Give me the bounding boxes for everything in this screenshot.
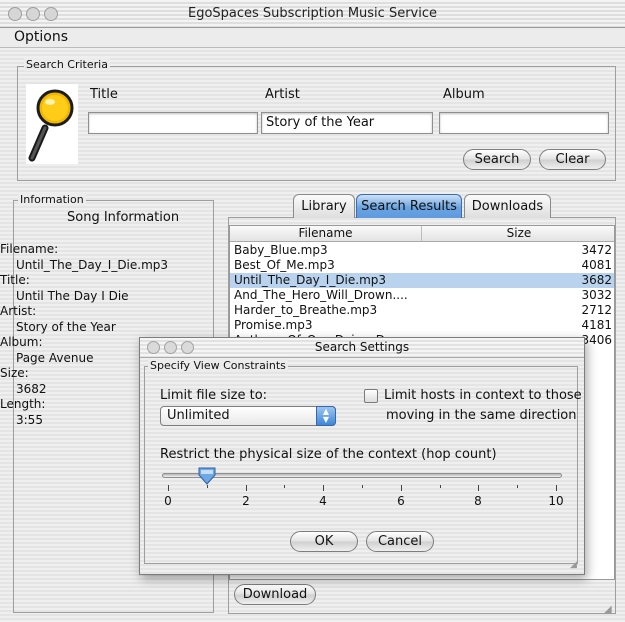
row-filename: And_The_Hero_Will_Drown.... [234, 288, 408, 302]
row-size: 2712 [581, 303, 612, 317]
title-field[interactable] [88, 112, 258, 134]
filename-label: Filename: [0, 242, 59, 256]
menu-options[interactable]: Options [14, 29, 68, 45]
artist-field[interactable]: Story of the Year [261, 112, 433, 134]
download-button[interactable]: Download [234, 584, 316, 605]
filename-column-header[interactable]: Filename [230, 226, 422, 242]
view-constraints-label: Specify View Constraints [148, 359, 288, 372]
title-label: Title [90, 87, 118, 102]
information-label: Information [18, 193, 86, 206]
slider-tick [478, 485, 479, 491]
slider-tick [168, 485, 169, 491]
row-size: 3682 [581, 273, 612, 287]
filename-value: Until_The_Day_I_Die.mp3 [16, 257, 169, 272]
size-column-header[interactable]: Size [422, 226, 614, 242]
slider-tick [207, 485, 208, 488]
slider-tick-label: 6 [397, 494, 405, 508]
album-label: Album [443, 87, 485, 102]
row-filename: Best_Of_Me.mp3 [234, 258, 335, 272]
slider-tick-label: 8 [474, 494, 482, 508]
limit-size-popup[interactable]: Unlimited ▲ ▼ [160, 406, 336, 426]
tab-search-results[interactable]: Search Results [356, 194, 462, 218]
slider-tick [556, 485, 557, 491]
menu-bar: Options [0, 28, 625, 48]
row-filename: Promise.mp3 [234, 318, 313, 332]
table-row[interactable]: Harder_to_Breathe.mp3 2712 [230, 303, 614, 318]
table-row[interactable]: Baby_Blue.mp3 3472 [230, 243, 614, 258]
tab-downloads[interactable]: Downloads [464, 194, 551, 218]
limit-hosts-checkbox[interactable] [364, 389, 378, 403]
slider-tick [362, 485, 363, 488]
song-artist-value: Story of the Year [16, 319, 116, 334]
slider-tick [323, 485, 324, 491]
song-title-value: Until The Day I Die [16, 288, 129, 303]
slider-tick-label: 10 [548, 494, 564, 508]
hop-count-slider-track[interactable] [162, 473, 562, 478]
table-row[interactable]: Until_The_Day_I_Die.mp3 3682 [230, 273, 614, 288]
window-titlebar[interactable]: EgoSpaces Subscription Music Service [0, 0, 625, 28]
row-size: 4181 [581, 318, 612, 332]
limit-size-value: Unlimited [167, 408, 230, 423]
slider-tick [401, 485, 402, 491]
window-title: EgoSpaces Subscription Music Service [187, 6, 437, 21]
popup-arrows-icon: ▲ ▼ [316, 406, 336, 426]
slider-tick [517, 485, 518, 488]
magnifier-icon [26, 84, 78, 164]
table-row[interactable]: Promise.mp3 4181 [230, 318, 614, 333]
ok-button[interactable]: OK [290, 531, 358, 552]
cancel-button[interactable]: Cancel [366, 531, 434, 552]
search-criteria-label: Search Criteria [24, 58, 110, 71]
tab-library[interactable]: Library [293, 194, 355, 218]
row-filename: Harder_to_Breathe.mp3 [234, 303, 378, 317]
table-row[interactable]: Best_Of_Me.mp3 4081 [230, 258, 614, 273]
artist-label: Artist [265, 87, 300, 102]
slider-tick-label: 0 [164, 494, 172, 508]
search-button[interactable]: Search [463, 149, 531, 170]
dialog-titlebar[interactable]: Search Settings [140, 338, 584, 358]
slider-tick-label: 2 [242, 494, 250, 508]
slider-tick [284, 485, 285, 488]
limit-hosts-label-line1: Limit hosts in context to those [384, 388, 582, 403]
limit-hosts-label-line2: moving in the same direction [386, 408, 577, 423]
clear-button[interactable]: Clear [539, 149, 606, 170]
resize-grip-icon[interactable]: ◢ [604, 604, 612, 615]
slider-tick-label: 4 [319, 494, 327, 508]
row-size: 3472 [581, 243, 612, 257]
search-settings-dialog: Search Settings Specify View Constraints… [139, 337, 585, 575]
song-artist-label: Artist: [0, 304, 37, 318]
limit-size-label: Limit file size to: [160, 388, 268, 403]
row-size: 3032 [581, 288, 612, 302]
row-filename: Baby_Blue.mp3 [234, 243, 328, 257]
slider-tick [440, 485, 441, 488]
slider-tick [246, 485, 247, 491]
row-size: 4081 [581, 258, 612, 272]
dialog-resize-grip-icon[interactable]: ◢ [570, 560, 577, 570]
table-row[interactable]: And_The_Hero_Will_Drown.... 3032 [230, 288, 614, 303]
dialog-title: Search Settings [314, 340, 410, 354]
hop-count-label: Restrict the physical size of the contex… [160, 447, 497, 462]
row-filename: Until_The_Day_I_Die.mp3 [234, 273, 387, 287]
album-field[interactable] [439, 112, 609, 134]
row-size: 3406 [581, 333, 612, 347]
song-title-label: Title: [0, 273, 30, 287]
song-information-heading: Song Information [67, 210, 180, 225]
